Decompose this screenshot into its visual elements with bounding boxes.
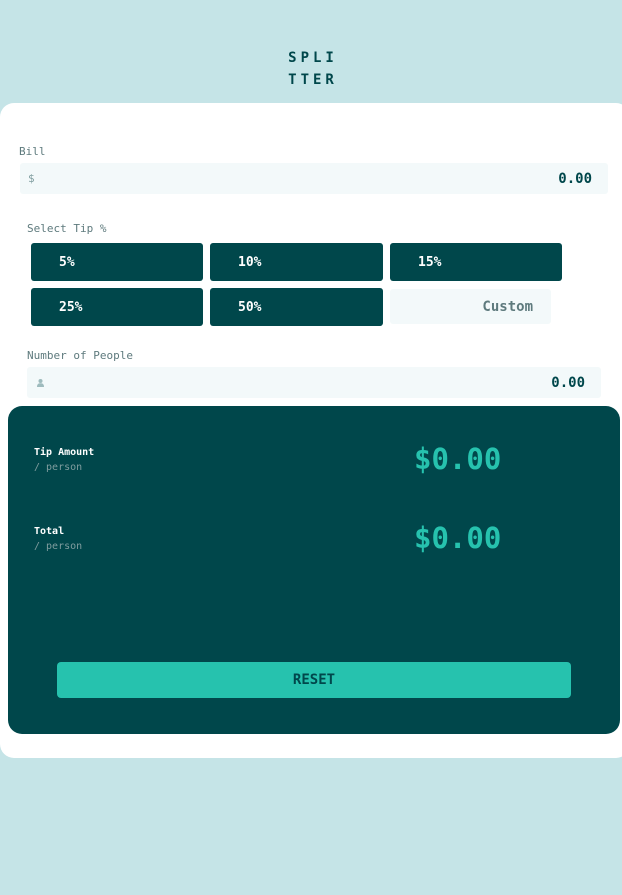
tip-amount-label: Tip Amount [34,447,95,458]
people-input[interactable]: 0.00 [27,367,601,398]
tip-amount-per-person: / person [34,462,83,473]
bill-label: Bill [19,145,46,158]
total-per-person: / person [34,541,83,552]
total-value: $0.00 [414,521,502,555]
logo-line-1: SPLI [288,50,338,66]
tip-button-10[interactable]: 10% [210,243,383,281]
tip-label: Select Tip % [27,222,107,235]
dollar-icon: $ [28,172,35,185]
bill-value: 0.00 [558,170,592,187]
custom-tip-input[interactable]: Custom [390,289,551,324]
people-value: 0.00 [551,374,585,391]
person-icon [37,367,44,398]
reset-button[interactable]: RESET [57,662,571,698]
total-label: Total [34,526,65,537]
people-label: Number of People [27,349,133,362]
tip-button-15[interactable]: 15% [390,243,562,281]
tip-button-25[interactable]: 25% [31,288,203,326]
results-panel: Tip Amount / person $0.00 Total / person… [8,406,620,734]
tip-amount-value: $0.00 [414,442,502,476]
app-logo: SPLI TTER [0,47,622,91]
bill-input[interactable]: $ 0.00 [20,163,608,194]
tip-button-50[interactable]: 50% [210,288,383,326]
tip-button-5[interactable]: 5% [31,243,203,281]
logo-line-2: TTER [288,72,338,88]
